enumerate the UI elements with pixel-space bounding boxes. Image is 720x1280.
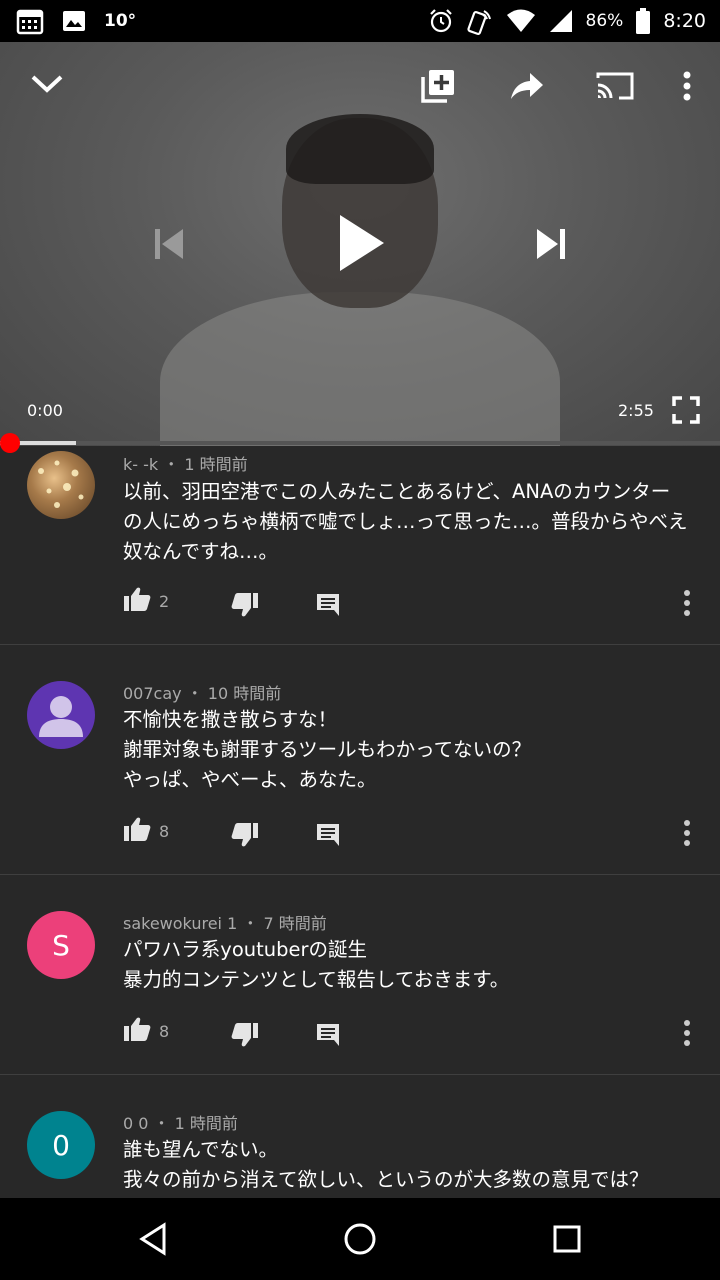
wifi-icon: [506, 8, 536, 34]
comment-text: 以前、羽田空港でこの人みたことあるけど、ANAのカウンター の人にめっちゃ横柄で…: [123, 477, 703, 567]
comment-line: パワハラ系youtuberの誕生: [123, 938, 368, 961]
battery-icon: [635, 7, 651, 35]
signal-icon: [548, 8, 574, 34]
video-frame-hair: [286, 114, 434, 184]
minimize-chevron-icon[interactable]: [24, 64, 70, 104]
calendar-icon: [16, 7, 44, 35]
comment-line: 我々の前から消えて欲しい、というのが大多数の意見では？: [123, 1168, 649, 1191]
comment-line: やっぱ、やべーよ、あなた。: [123, 768, 377, 791]
clock-text: 8:20: [663, 10, 706, 32]
comment-item: k- -k ・ 1 時間前 以前、羽田空港でこの人みたことあるけど、ANAのカウ…: [0, 446, 720, 645]
avatar[interactable]: S: [27, 911, 95, 979]
avatar[interactable]: [27, 451, 95, 519]
system-navigation-bar: [0, 1198, 720, 1280]
comment-meta: k- -k ・ 1 時間前: [123, 451, 248, 475]
thumbs-up-icon: [123, 816, 151, 846]
home-icon[interactable]: [335, 1216, 385, 1262]
comment-time: 10 時間前: [207, 684, 282, 703]
play-icon[interactable]: [328, 206, 394, 280]
thumbs-up-icon: [123, 586, 151, 616]
thumbs-down-icon: [231, 1022, 259, 1052]
nfc-phone-icon: [466, 7, 494, 35]
like-count: 2: [159, 591, 170, 611]
dislike-button[interactable]: [231, 1022, 259, 1052]
thumbs-down-icon: [231, 822, 259, 852]
reply-comment-icon: [315, 1022, 341, 1050]
recents-icon[interactable]: [542, 1216, 592, 1262]
cast-icon[interactable]: [592, 66, 638, 106]
meta-separator: ・: [242, 914, 264, 933]
next-icon[interactable]: [528, 222, 574, 266]
comment-author[interactable]: k- -k: [123, 455, 158, 474]
comment-text: 誰も望んでない。 我々の前から消えて欲しい、というのが大多数の意見では？: [123, 1135, 703, 1195]
share-icon[interactable]: [506, 66, 548, 106]
reply-button[interactable]: [315, 592, 341, 620]
add-to-playlist-icon[interactable]: [418, 66, 458, 106]
reply-button[interactable]: [315, 1022, 341, 1050]
comment-time: 1 時間前: [184, 455, 248, 474]
thumbs-up-icon: [123, 1016, 151, 1046]
image-icon: [62, 9, 86, 33]
fullscreen-icon[interactable]: [668, 392, 704, 428]
dislike-button[interactable]: [231, 822, 259, 852]
meta-separator: ・: [153, 1114, 175, 1133]
comment-text: 不愉快を撒き散らすな！ 謝罪対象も謝罪するツールもわかってないの？ やっぱ、やべ…: [123, 705, 703, 795]
like-button[interactable]: 8: [123, 1016, 169, 1046]
reply-comment-icon: [315, 822, 341, 850]
comment-time: 1 時間前: [174, 1114, 238, 1133]
thumbs-down-icon: [231, 592, 259, 622]
comment-actions: 8: [123, 816, 703, 847]
comment-line: 奴なんですね…。: [123, 540, 279, 563]
avatar[interactable]: 0: [27, 1111, 95, 1179]
comment-actions: 2: [123, 586, 703, 617]
like-button[interactable]: 2: [123, 586, 169, 616]
comment-line: 暴力的コンテンツとして報告しておきます。: [123, 968, 510, 991]
comments-list: k- -k ・ 1 時間前 以前、羽田空港でこの人みたことあるけど、ANAのカウ…: [0, 446, 720, 1198]
more-options-icon[interactable]: [672, 66, 702, 106]
current-time: 0:00: [27, 401, 63, 420]
comment-line: 以前、羽田空港でこの人みたことあるけど、ANAのカウンター: [123, 480, 671, 503]
video-frame-body: [160, 292, 560, 446]
avatar-letter: S: [52, 928, 70, 962]
comment-text: パワハラ系youtuberの誕生 暴力的コンテンツとして報告しておきます。: [123, 935, 703, 995]
reply-comment-icon: [315, 592, 341, 620]
comment-menu-icon[interactable]: [683, 1020, 691, 1046]
comment-author[interactable]: 007cay: [123, 684, 182, 703]
comment-item: S sakewokurei 1 ・ 7 時間前 パワハラ系youtuberの誕生…: [0, 875, 720, 1075]
meta-separator: ・: [163, 455, 185, 474]
video-player[interactable]: 0:00 2:55: [0, 42, 720, 446]
like-count: 8: [159, 1021, 170, 1041]
comment-menu-icon[interactable]: [683, 820, 691, 846]
comment-meta: 0 0 ・ 1 時間前: [123, 1110, 238, 1134]
previous-icon[interactable]: [146, 222, 192, 266]
meta-separator: ・: [186, 684, 208, 703]
comment-time: 7 時間前: [263, 914, 327, 933]
comment-line: 不愉快を撒き散らすな！: [123, 708, 338, 731]
temperature-text: 10°: [104, 11, 137, 31]
alarm-icon: [428, 8, 454, 34]
comment-line: の人にめっちゃ横柄で嘘でしょ…って思った…。普段からやべえ: [123, 510, 688, 533]
comment-author[interactable]: sakewokurei 1: [123, 914, 237, 933]
duration-time: 2:55: [618, 401, 654, 420]
like-count: 8: [159, 821, 170, 841]
comment-line: 謝罪対象も謝罪するツールもわかってないの？: [123, 738, 532, 761]
comment-menu-icon[interactable]: [683, 590, 691, 616]
comment-item: 0 0 0 ・ 1 時間前 誰も望んでない。 我々の前から消えて欲しい、というの…: [0, 1075, 720, 1198]
battery-percent-text: 86%: [585, 11, 624, 31]
like-button[interactable]: 8: [123, 816, 169, 846]
comment-item: 007cay ・ 10 時間前 不愉快を撒き散らすな！ 謝罪対象も謝罪するツール…: [0, 645, 720, 875]
back-icon[interactable]: [128, 1216, 178, 1262]
seek-bar[interactable]: [0, 441, 720, 445]
dislike-button[interactable]: [231, 592, 259, 622]
comment-author[interactable]: 0 0: [123, 1114, 148, 1133]
status-bar: 10° 86% 8:20: [0, 0, 720, 42]
comment-meta: 007cay ・ 10 時間前: [123, 680, 281, 704]
comment-meta: sakewokurei 1 ・ 7 時間前: [123, 910, 327, 934]
comment-actions: 8: [123, 1016, 703, 1047]
reply-button[interactable]: [315, 822, 341, 850]
comment-line: 誰も望んでない。: [123, 1138, 279, 1161]
avatar[interactable]: [27, 681, 95, 749]
avatar-letter: 0: [52, 1128, 70, 1162]
